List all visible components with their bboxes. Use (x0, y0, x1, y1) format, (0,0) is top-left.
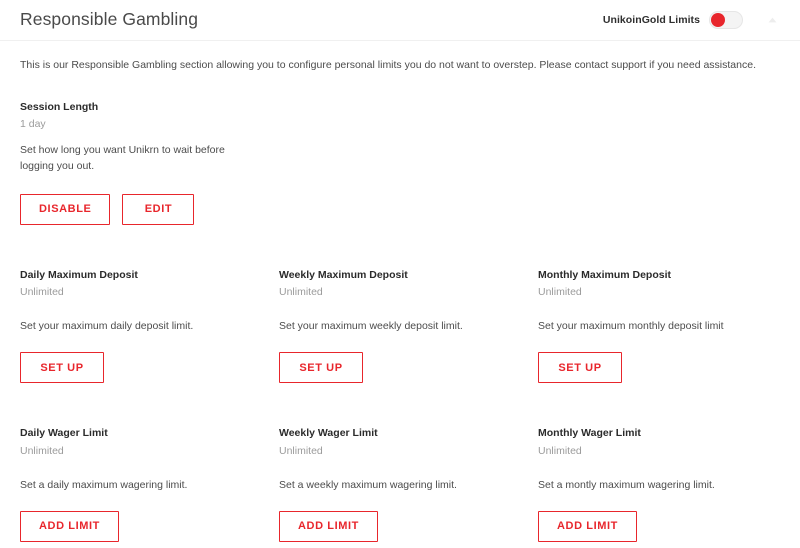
monthly-wager-limit-card: Monthly Wager Limit Unlimited Set a mont… (538, 427, 780, 542)
card-title: Weekly Maximum Deposit (279, 268, 408, 281)
session-length-card: Session Length 1 day Set how long you wa… (0, 101, 800, 225)
intro-text: This is our Responsible Gambling section… (20, 59, 756, 71)
header-controls: UnikoinGold Limits (603, 11, 780, 29)
card-value: Unlimited (538, 444, 582, 457)
caret-up-icon[interactable] (764, 12, 780, 28)
card-value: Unlimited (279, 444, 323, 457)
daily-maximum-deposit-card: Daily Maximum Deposit Unlimited Set your… (20, 269, 279, 384)
weekly-maximum-deposit-card: Weekly Maximum Deposit Unlimited Set you… (279, 269, 538, 384)
session-disable-button[interactable]: DISABLE (20, 193, 111, 225)
weekly-wager-limit-card: Weekly Wager Limit Unlimited Set a weekl… (279, 427, 538, 542)
toggle-knob (711, 13, 725, 27)
card-title: Daily Maximum Deposit (20, 268, 138, 281)
card-value: Unlimited (20, 444, 64, 457)
card-description: Set a montly maximum wagering limit. (538, 478, 715, 491)
session-length-title: Session Length (20, 100, 99, 113)
wager-limits-row: Daily Wager Limit Unlimited Set a daily … (0, 427, 800, 542)
card-title: Monthly Maximum Deposit (538, 268, 672, 281)
session-length-description: Set how long you want Unikrn to wait bef… (20, 144, 225, 173)
monthly-maximum-deposit-card: Monthly Maximum Deposit Unlimited Set yo… (538, 269, 780, 384)
deposit-limits-row: Daily Maximum Deposit Unlimited Set your… (0, 269, 800, 384)
responsible-gambling-page: Responsible Gambling UnikoinGold Limits … (0, 0, 800, 548)
card-value: Unlimited (279, 286, 323, 299)
card-description: Set your maximum daily deposit limit. (20, 319, 194, 332)
card-value: Unlimited (20, 286, 64, 299)
card-title: Monthly Wager Limit (538, 427, 641, 440)
daily-wager-add-limit-button[interactable]: ADD LIMIT (20, 510, 120, 542)
unikoingold-limits-toggle[interactable] (709, 11, 743, 29)
card-description: Set a daily maximum wagering limit. (20, 478, 188, 491)
daily-deposit-setup-button[interactable]: SET UP (20, 352, 104, 384)
session-length-actions: DISABLE EDIT (20, 193, 780, 225)
card-description: Set your maximum weekly deposit limit. (279, 319, 463, 332)
card-value: Unlimited (538, 286, 582, 299)
card-description: Set a weekly maximum wagering limit. (279, 478, 457, 491)
page-header: Responsible Gambling UnikoinGold Limits (0, 0, 800, 41)
session-length-value: 1 day (20, 118, 46, 131)
page-title: Responsible Gambling (20, 9, 199, 30)
weekly-deposit-setup-button[interactable]: SET UP (279, 352, 363, 384)
unikoingold-limits-label: UnikoinGold Limits (602, 14, 700, 26)
card-description: Set your maximum monthly deposit limit (538, 319, 724, 332)
weekly-wager-add-limit-button[interactable]: ADD LIMIT (279, 510, 379, 542)
card-title: Weekly Wager Limit (279, 427, 378, 440)
card-title: Daily Wager Limit (20, 427, 108, 440)
monthly-wager-add-limit-button[interactable]: ADD LIMIT (538, 510, 638, 542)
daily-wager-limit-card: Daily Wager Limit Unlimited Set a daily … (20, 427, 279, 542)
session-edit-button[interactable]: EDIT (122, 193, 195, 225)
monthly-deposit-setup-button[interactable]: SET UP (538, 352, 622, 384)
